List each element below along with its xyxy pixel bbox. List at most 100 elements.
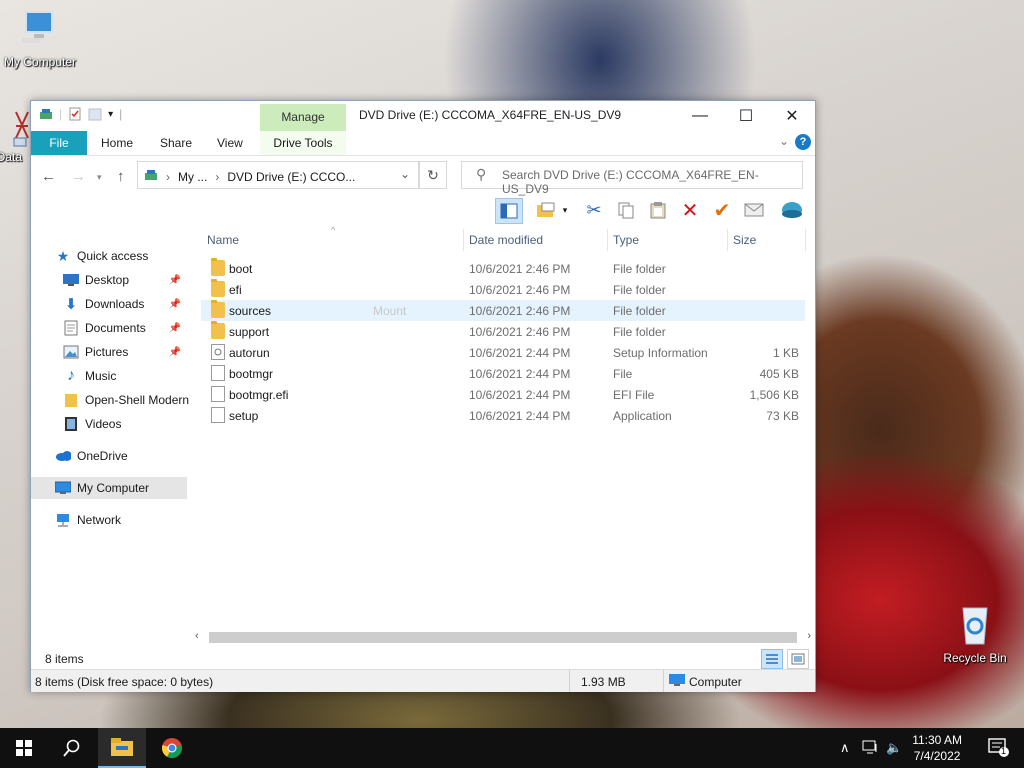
copy-icon — [618, 202, 634, 219]
file-size: 405 KB — [759, 367, 799, 381]
refresh-button[interactable]: ↻ — [419, 161, 447, 189]
scrollbar-thumb[interactable] — [209, 632, 797, 643]
column-divider[interactable] — [607, 229, 608, 251]
pin-icon[interactable]: 📌 — [169, 275, 181, 286]
nav-videos[interactable]: Videos — [63, 413, 187, 435]
folder-options-dropdown-icon[interactable]: ▾ — [559, 198, 571, 222]
search-icon — [63, 739, 80, 757]
help-icon[interactable]: ? — [795, 134, 811, 150]
nav-my-computer[interactable]: My Computer — [31, 477, 187, 499]
navigation-pane-button[interactable] — [495, 198, 523, 224]
breadcrumb-separator-icon[interactable]: › — [215, 170, 219, 184]
scroll-left-icon[interactable]: ‹ — [195, 630, 199, 642]
nav-desktop[interactable]: Desktop 📌 — [63, 269, 187, 291]
file-row[interactable]: setup 10/6/2021 2:44 PM Application 73 K… — [201, 405, 805, 426]
minimize-button[interactable]: — — [677, 101, 723, 131]
nav-documents[interactable]: Documents 📌 — [63, 317, 187, 339]
nav-downloads[interactable]: ⬇ Downloads 📌 — [63, 293, 187, 315]
pin-icon[interactable]: 📌 — [169, 347, 181, 358]
folder-icon — [63, 392, 79, 408]
large-icons-view-button[interactable] — [787, 649, 809, 669]
maximize-button[interactable]: ☐ — [723, 101, 769, 131]
file-type: File folder — [613, 283, 666, 297]
file-size: 1 KB — [772, 346, 799, 360]
nav-music[interactable]: ♪ Music — [63, 365, 187, 387]
breadcrumb-separator-icon[interactable]: › — [166, 170, 170, 184]
volume-icon[interactable]: 🔈 — [886, 740, 902, 756]
scroll-right-icon[interactable]: › — [807, 630, 811, 642]
nav-onedrive[interactable]: OneDrive — [55, 445, 187, 467]
desktop-icon-recycle-bin[interactable]: Recycle Bin — [935, 602, 1015, 665]
column-header-type[interactable]: Type — [613, 233, 639, 247]
tab-home[interactable]: Home — [101, 131, 133, 155]
pin-icon[interactable]: 📌 — [169, 323, 181, 334]
new-folder-icon[interactable] — [88, 107, 102, 121]
nav-pictures[interactable]: Pictures 📌 — [63, 341, 187, 363]
address-dropdown-icon[interactable]: ⌄ — [400, 167, 410, 181]
action-center-button[interactable]: 1 — [988, 738, 1010, 761]
customize-qat-icon[interactable]: ▾ — [108, 109, 113, 120]
column-header-date[interactable]: Date modified — [469, 233, 543, 247]
tab-share[interactable]: Share — [160, 131, 192, 155]
share-button[interactable] — [779, 198, 805, 222]
delete-button[interactable]: ✕ — [677, 198, 703, 222]
file-row[interactable]: bootmgr.efi 10/6/2021 2:44 PM EFI File 1… — [201, 384, 805, 405]
breadcrumb-my-computer[interactable]: My ... — [178, 170, 207, 184]
nav-quick-access[interactable]: ★ Quick access — [55, 245, 187, 267]
column-divider[interactable] — [727, 229, 728, 251]
copy-button[interactable] — [613, 198, 639, 222]
column-divider[interactable] — [805, 229, 806, 251]
file-row[interactable]: autorun 10/6/2021 2:44 PM Setup Informat… — [201, 342, 805, 363]
properties-button[interactable]: ✔ — [709, 198, 735, 222]
recent-locations-icon[interactable]: ▾ — [97, 172, 102, 183]
forward-button[interactable]: → — [71, 168, 86, 185]
file-name: bootmgr — [229, 367, 274, 381]
network-status-icon[interactable] — [862, 740, 880, 757]
paste-button[interactable] — [645, 198, 671, 222]
properties-icon[interactable] — [68, 107, 82, 121]
item-count-bar: 8 items — [31, 647, 815, 669]
file-row[interactable]: efi 10/6/2021 2:46 PM File folder — [201, 279, 805, 300]
email-button[interactable] — [741, 198, 767, 222]
chrome-taskbar-button[interactable] — [148, 728, 196, 768]
column-header-name[interactable]: Name — [207, 233, 239, 247]
expand-ribbon-icon[interactable]: ⌄ — [779, 134, 789, 148]
cut-button[interactable]: ✂ — [581, 198, 607, 222]
tab-drive-tools[interactable]: Drive Tools — [260, 131, 346, 155]
manage-contextual-tab[interactable]: Manage — [260, 104, 346, 131]
column-divider[interactable] — [463, 229, 464, 251]
file-name: setup — [229, 409, 259, 423]
desktop-icon-my-computer[interactable]: My Computer — [0, 10, 80, 69]
show-hidden-icons-icon[interactable]: ∧ — [840, 740, 850, 756]
search-input[interactable]: ⚲ Search DVD Drive (E:) CCCOMA_X64FRE_EN… — [461, 161, 803, 196]
nav-network[interactable]: Network — [55, 509, 187, 531]
start-button[interactable] — [0, 728, 48, 768]
file-row[interactable]: support 10/6/2021 2:46 PM File folder — [201, 321, 805, 342]
column-header-size[interactable]: Size — [733, 233, 756, 247]
file-row[interactable]: boot 10/6/2021 2:46 PM File folder — [201, 258, 805, 279]
file-explorer-icon — [111, 738, 133, 756]
folder-options-button[interactable] — [533, 198, 559, 222]
file-date: 10/6/2021 2:46 PM — [469, 325, 571, 339]
details-view-button[interactable] — [761, 649, 783, 669]
address-bar[interactable]: › My ... › DVD Drive (E:) CCCO... ⌄ — [137, 161, 419, 189]
horizontal-scrollbar[interactable]: ‹ › — [191, 629, 815, 646]
back-button[interactable]: ← — [41, 168, 56, 185]
tab-file[interactable]: File — [31, 131, 87, 155]
file-row[interactable]: sources Mount 10/6/2021 2:46 PM File fol… — [201, 300, 805, 321]
breadcrumb-dvd-drive[interactable]: DVD Drive (E:) CCCO... — [227, 170, 355, 184]
view-switcher — [761, 649, 809, 669]
search-button[interactable] — [48, 728, 96, 768]
tab-view[interactable]: View — [217, 131, 243, 155]
pin-icon[interactable]: 📌 — [169, 299, 181, 310]
file-size: 1,506 KB — [749, 388, 799, 402]
desktop-icon-label: Recycle Bin — [943, 651, 1007, 665]
network-icon — [55, 512, 71, 528]
file-explorer-taskbar-button[interactable] — [98, 728, 146, 768]
close-button[interactable]: ✕ — [769, 101, 815, 131]
nav-open-shell-modern[interactable]: Open-Shell Modern — [63, 389, 191, 411]
clock[interactable]: 11:30 AM 7/4/2022 — [912, 732, 962, 764]
file-row[interactable]: bootmgr 10/6/2021 2:44 PM File 405 KB — [201, 363, 805, 384]
file-name: sources — [229, 304, 272, 318]
up-button[interactable]: ↑ — [117, 168, 125, 185]
